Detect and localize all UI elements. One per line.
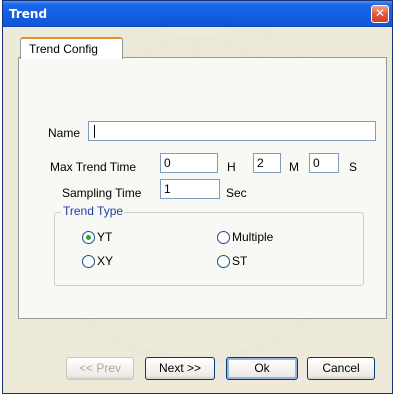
text-caret [94, 125, 95, 138]
minutes-unit: M [289, 160, 299, 174]
trend-type-title: Trend Type [61, 204, 126, 218]
max-trend-time-label: Max Trend Time [50, 160, 137, 174]
radio-multiple[interactable] [217, 231, 230, 244]
cancel-button[interactable]: Cancel [307, 357, 375, 380]
close-icon[interactable]: ✕ [371, 5, 389, 23]
radio-st-label: ST [232, 254, 248, 268]
name-label: Name [48, 126, 81, 140]
ok-button[interactable]: Ok [226, 357, 298, 380]
name-field[interactable] [88, 121, 376, 141]
radio-xy-label: XY [97, 254, 114, 268]
next-button[interactable]: Next >> [145, 357, 215, 380]
prev-button[interactable]: << Prev [66, 357, 134, 380]
tab-trend-config[interactable]: Trend Config [20, 37, 123, 59]
radio-xy[interactable] [82, 255, 95, 268]
window-title: Trend [9, 7, 48, 21]
seconds-field[interactable]: 0 [309, 153, 339, 173]
radio-multiple-label: Multiple [232, 230, 274, 244]
sampling-time-field[interactable]: 1 [160, 179, 220, 199]
hours-field[interactable]: 0 [160, 153, 218, 173]
radio-st[interactable] [217, 255, 230, 268]
tab-label: Trend Config [29, 42, 98, 56]
sampling-time-unit: Sec [226, 186, 247, 200]
radio-yt-label: YT [97, 230, 113, 244]
title-bar[interactable]: Trend ✕ [3, 1, 392, 27]
trend-type-group: Trend Type [54, 204, 364, 286]
seconds-unit: S [349, 160, 358, 174]
sampling-time-label: Sampling Time [62, 186, 142, 200]
radio-yt[interactable] [82, 231, 95, 244]
minutes-field[interactable]: 2 [253, 153, 281, 173]
hours-unit: H [227, 160, 236, 174]
